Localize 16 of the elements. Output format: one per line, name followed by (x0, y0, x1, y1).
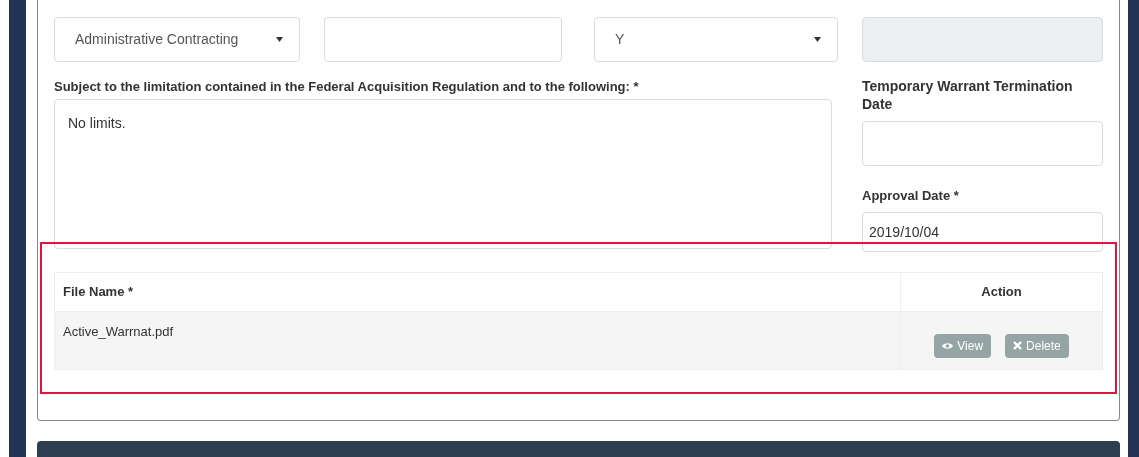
date-field[interactable] (862, 121, 1103, 166)
select-field[interactable]: Y (594, 17, 838, 62)
field-label: Subject to the limitation contained in the Federal Acquisition Regulation and to the following: * (54, 78, 640, 96)
date-field[interactable]: 2019/10/04 (862, 211, 1103, 252)
column-header: File Name * (54, 272, 901, 312)
text-field[interactable] (324, 17, 562, 62)
limitation-textarea[interactable]: No limits. (54, 99, 832, 249)
caret-icon (814, 37, 821, 42)
field-label: Approval Date * (862, 187, 960, 205)
close-icon (1013, 341, 1023, 350)
field-label: Temporary Warrant Termination Date (862, 77, 1074, 113)
eye-icon (942, 341, 954, 350)
select-field[interactable]: Administrative Contracting (54, 17, 300, 62)
table-cell: Active_Warrnat.pdf (54, 311, 901, 370)
column-header: Action (900, 272, 1103, 312)
caret-icon (276, 37, 283, 42)
